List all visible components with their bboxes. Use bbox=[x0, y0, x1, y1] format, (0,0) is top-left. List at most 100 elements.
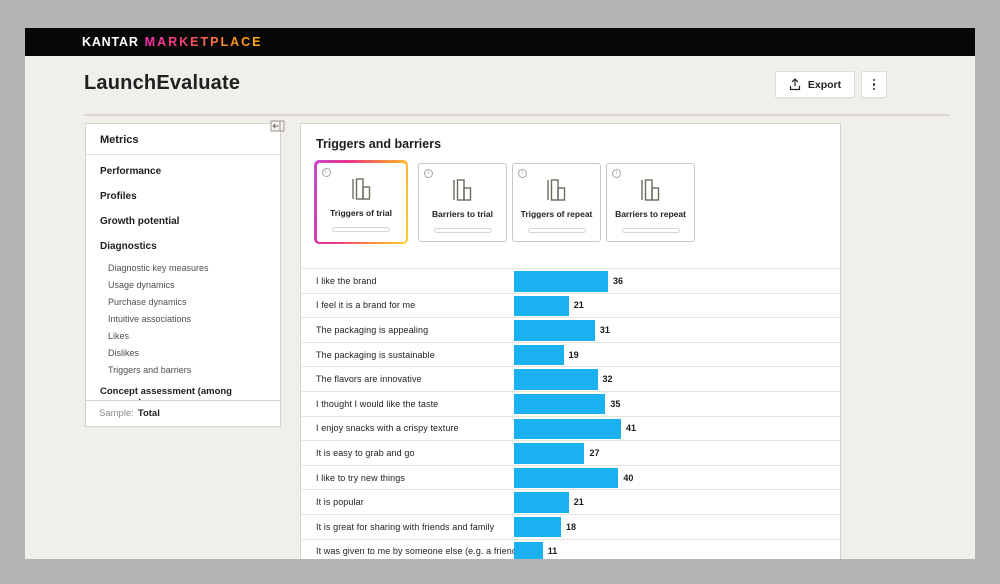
card-sparkline-placeholder bbox=[332, 227, 390, 232]
bar-chart-icon bbox=[348, 176, 375, 202]
chart-value-label: 11 bbox=[548, 540, 558, 559]
info-icon[interactable] bbox=[612, 169, 621, 178]
card-sparkline-placeholder bbox=[434, 228, 492, 233]
sidebar-item-triggers-and-barriers[interactable]: Triggers and barriers bbox=[86, 361, 280, 378]
sidebar-collapse-icon[interactable] bbox=[270, 120, 285, 132]
sidebar: Metrics Performance Profiles Growth pote… bbox=[85, 123, 281, 419]
chart-bar bbox=[514, 345, 564, 366]
sidebar-item-profiles[interactable]: Profiles bbox=[86, 184, 280, 209]
chart-bar bbox=[514, 394, 605, 415]
chart-category-label: I like the brand bbox=[301, 276, 377, 286]
card-label: Triggers of trial bbox=[330, 208, 392, 218]
info-icon[interactable] bbox=[518, 169, 527, 178]
chart-row: The packaging is sustainable 19 bbox=[301, 342, 840, 367]
brand-logo: KANTAR MARKETPLACE bbox=[82, 35, 263, 49]
chart-bar bbox=[514, 369, 598, 390]
brand-marketplace: MARKETPLACE bbox=[145, 35, 263, 49]
chart-row: The flavors are innovative 32 bbox=[301, 366, 840, 391]
kebab-icon bbox=[873, 79, 876, 91]
card-barriers-to-trial[interactable]: Barriers to trial bbox=[418, 163, 507, 242]
sidebar-item-purchase-dynamics[interactable]: Purchase dynamics bbox=[86, 293, 280, 310]
bar-chart-icon bbox=[637, 177, 664, 203]
card-barriers-to-repeat[interactable]: Barriers to repeat bbox=[606, 163, 695, 242]
sample-selector[interactable]: Sample: Total bbox=[85, 400, 281, 427]
chart-category-label: The packaging is appealing bbox=[301, 325, 428, 335]
sidebar-item-intuitive-associations[interactable]: Intuitive associations bbox=[86, 310, 280, 327]
app-window: KANTAR MARKETPLACE LaunchEvaluate Export bbox=[25, 28, 975, 559]
chart-value-label: 35 bbox=[610, 392, 620, 416]
chart-value-label: 21 bbox=[574, 294, 584, 318]
chart-bar bbox=[514, 271, 608, 292]
info-icon[interactable] bbox=[322, 168, 331, 177]
chart-bar bbox=[514, 296, 569, 317]
chart-row: I like to try new things 40 bbox=[301, 465, 840, 490]
sidebar-item-likes[interactable]: Likes bbox=[86, 327, 280, 344]
chart-bar bbox=[514, 320, 595, 341]
chart-value-label: 40 bbox=[623, 466, 633, 490]
chart-row: I feel it is a brand for me 21 bbox=[301, 293, 840, 318]
chart-bar bbox=[514, 443, 584, 464]
metric-cards: Triggers of trial Barriers to trial bbox=[314, 160, 695, 244]
card-sparkline-placeholder bbox=[622, 228, 680, 233]
header-divider bbox=[84, 114, 950, 116]
bar-chart-icon bbox=[543, 177, 570, 203]
chart-value-label: 31 bbox=[600, 318, 610, 342]
sample-value: Total bbox=[138, 408, 160, 419]
chart-category-label: I feel it is a brand for me bbox=[301, 300, 415, 310]
sidebar-item-dislikes[interactable]: Dislikes bbox=[86, 344, 280, 361]
chart-category-label: It was given to me by someone else (e.g.… bbox=[301, 546, 520, 556]
chart-category-label: The flavors are innovative bbox=[301, 374, 422, 384]
chart-value-label: 18 bbox=[566, 515, 576, 539]
chart-bar bbox=[514, 419, 621, 440]
sidebar-title: Metrics bbox=[86, 124, 280, 155]
more-options-button[interactable] bbox=[861, 71, 887, 98]
chart-value-label: 32 bbox=[603, 367, 613, 391]
chart-value-label: 36 bbox=[613, 269, 623, 293]
bar-chart-icon bbox=[449, 177, 476, 203]
chart-bar bbox=[514, 492, 569, 513]
export-icon bbox=[789, 78, 801, 91]
main-panel: Triggers and barriers Triggers of trial bbox=[300, 123, 841, 559]
chart-category-label: It is easy to grab and go bbox=[301, 448, 415, 458]
chart-row: It is easy to grab and go 27 bbox=[301, 440, 840, 465]
chart-category-label: The packaging is sustainable bbox=[301, 350, 435, 360]
chart-value-label: 27 bbox=[589, 441, 599, 465]
card-triggers-of-trial[interactable]: Triggers of trial bbox=[314, 160, 408, 244]
card-sparkline-placeholder bbox=[528, 228, 586, 233]
card-triggers-of-repeat[interactable]: Triggers of repeat bbox=[512, 163, 601, 242]
chart-category-label: It is popular bbox=[301, 497, 364, 507]
card-label: Triggers of repeat bbox=[521, 209, 593, 219]
sidebar-item-diagnostic-key-measures[interactable]: Diagnostic key measures bbox=[86, 259, 280, 276]
brand-kantar: KANTAR bbox=[82, 35, 139, 49]
sidebar-item-diagnostics[interactable]: Diagnostics bbox=[86, 234, 280, 259]
sidebar-item-performance[interactable]: Performance bbox=[86, 159, 280, 184]
sidebar-item-usage-dynamics[interactable]: Usage dynamics bbox=[86, 276, 280, 293]
chart-rows: I like the brand36I feel it is a brand f… bbox=[301, 268, 840, 559]
chart-value-label: 21 bbox=[574, 490, 584, 514]
chart-row: I like the brand 36 bbox=[301, 268, 840, 293]
chart-category-label: It is great for sharing with friends and… bbox=[301, 522, 494, 532]
card-label: Barriers to trial bbox=[432, 209, 493, 219]
chart-row: It is great for sharing with friends and… bbox=[301, 514, 840, 539]
chart-bar bbox=[514, 517, 561, 538]
sample-label: Sample: bbox=[99, 408, 134, 419]
chart-row: I enjoy snacks with a crispy texture 41 bbox=[301, 416, 840, 441]
sidebar-item-growth-potential[interactable]: Growth potential bbox=[86, 209, 280, 234]
export-button[interactable]: Export bbox=[775, 71, 855, 98]
card-label: Barriers to repeat bbox=[615, 209, 686, 219]
chart-category-label: I like to try new things bbox=[301, 473, 405, 483]
section-title: Triggers and barriers bbox=[316, 137, 441, 151]
chart-bar bbox=[514, 468, 618, 489]
chart-row: It was given to me by someone else (e.g.… bbox=[301, 539, 840, 559]
chart-row: I thought I would like the taste 35 bbox=[301, 391, 840, 416]
export-button-label: Export bbox=[808, 79, 841, 91]
chart-category-label: I thought I would like the taste bbox=[301, 399, 438, 409]
page-title: LaunchEvaluate bbox=[84, 72, 240, 95]
chart-category-label: I enjoy snacks with a crispy texture bbox=[301, 423, 459, 433]
chart-row: It is popular 21 bbox=[301, 489, 840, 514]
top-bar: KANTAR MARKETPLACE bbox=[25, 28, 975, 56]
chart-value-label: 19 bbox=[569, 343, 579, 367]
chart-value-label: 41 bbox=[626, 417, 636, 441]
info-icon[interactable] bbox=[424, 169, 433, 178]
header-actions: Export bbox=[775, 71, 887, 98]
